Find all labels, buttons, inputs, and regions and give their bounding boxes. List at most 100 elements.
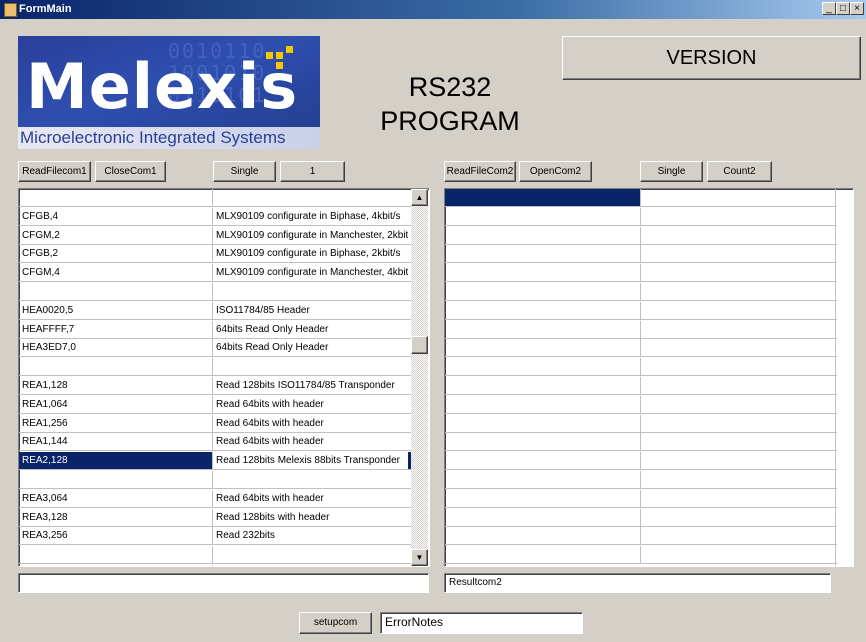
table-row[interactable] (445, 189, 837, 207)
table-row[interactable] (445, 452, 837, 471)
table-row[interactable] (445, 395, 837, 414)
command-code-cell[interactable]: REA1,144 (19, 433, 213, 451)
command-description-cell[interactable] (213, 189, 408, 206)
command-code-cell[interactable]: CFGB,2 (19, 245, 213, 263)
single-com1-button[interactable]: Single (213, 161, 276, 182)
scroll-up-icon[interactable]: ▲ (411, 189, 428, 206)
result-cell[interactable] (445, 320, 641, 338)
table-row[interactable]: REA3,064 Read 64bits with header (19, 489, 411, 508)
result-com1-field[interactable] (18, 573, 429, 593)
command-code-cell[interactable] (19, 358, 213, 376)
table-row[interactable]: REA1,144 Read 64bits with header (19, 433, 411, 452)
command-description-cell[interactable]: 64bits Read Only Header (213, 321, 408, 338)
table-row[interactable] (445, 471, 837, 489)
result-cell[interactable] (445, 358, 641, 376)
result-grid[interactable] (444, 188, 854, 567)
table-row[interactable] (19, 189, 411, 207)
result-cell[interactable] (445, 207, 641, 225)
command-code-cell[interactable]: REA1,128 (19, 377, 213, 394)
command-code-cell[interactable]: REA1,064 (19, 395, 213, 413)
close-com1-button[interactable]: CloseCom1 (95, 161, 166, 182)
table-row[interactable] (445, 283, 837, 301)
read-file-com2-button[interactable]: ReadFileCom2 (444, 161, 516, 182)
table-row[interactable]: HEA3ED7,0 64bits Read Only Header (19, 339, 411, 358)
table-row[interactable]: REA3,256 Read 232bits (19, 527, 411, 546)
table-row[interactable]: REA1,064 Read 64bits with header (19, 395, 411, 414)
result-cell[interactable] (445, 301, 641, 319)
result-cell[interactable] (445, 508, 641, 526)
table-row[interactable]: CFGB,2 MLX90109 configurate in Biphase, 2… (19, 245, 411, 264)
result-cell[interactable] (445, 377, 641, 394)
table-row[interactable] (19, 546, 411, 565)
command-description-cell[interactable]: 64bits Read Only Header (213, 339, 408, 356)
table-row[interactable] (19, 358, 411, 377)
table-row[interactable] (445, 358, 837, 377)
command-description-cell[interactable] (213, 283, 408, 300)
scroll-thumb[interactable] (411, 336, 428, 354)
table-row[interactable] (445, 527, 837, 546)
result-cell[interactable] (445, 189, 641, 206)
command-code-cell[interactable] (19, 189, 213, 206)
table-row[interactable] (445, 433, 837, 452)
table-row[interactable] (19, 283, 411, 301)
command-code-cell[interactable]: CFGM,2 (19, 226, 213, 244)
command-description-cell[interactable] (213, 546, 408, 563)
command-description-cell[interactable]: Read 128bits Melexis 88bits Transponder (213, 452, 408, 470)
command-code-cell[interactable] (19, 546, 213, 564)
command-code-cell[interactable] (19, 565, 213, 566)
result-cell[interactable] (445, 471, 641, 488)
command-code-cell[interactable]: REA3,256 (19, 527, 213, 545)
result-cell[interactable] (445, 339, 641, 357)
single-com2-button[interactable]: Single (640, 161, 703, 182)
count-com1-button[interactable]: 1 (280, 161, 345, 182)
table-row[interactable] (445, 245, 837, 264)
error-notes-field[interactable]: ErrorNotes (380, 612, 583, 634)
command-description-cell[interactable]: ISO11784/85 Header (213, 302, 408, 319)
table-row[interactable]: REA1,128 Read 128bits ISO11784/85 Transpo… (19, 377, 411, 395)
command-grid-scrollbar[interactable]: ▲ ▼ (411, 189, 428, 566)
table-row[interactable]: REA3,128 Read 128bits with header (19, 508, 411, 527)
setup-com-button[interactable]: setupcom (299, 612, 372, 634)
command-description-cell[interactable]: Read 128bits ISO11784/85 Transponder (213, 377, 408, 394)
command-description-cell[interactable] (213, 358, 408, 375)
command-description-cell[interactable]: Read 64bits with header (213, 433, 408, 450)
result-cell[interactable] (445, 452, 641, 470)
command-code-cell[interactable]: CFGM,4 (19, 264, 213, 282)
result-cell[interactable] (445, 414, 641, 432)
table-row[interactable] (445, 377, 837, 395)
command-description-cell[interactable]: Read 64bits with header (213, 415, 408, 432)
command-code-cell[interactable] (19, 471, 213, 488)
command-description-cell[interactable] (213, 471, 408, 488)
table-row[interactable] (19, 565, 411, 566)
table-row[interactable]: HEAFFFF,7 64bits Read Only Header (19, 320, 411, 339)
table-row[interactable] (445, 339, 837, 358)
version-button[interactable]: VERSION (562, 36, 861, 80)
result-cell[interactable] (445, 433, 641, 451)
command-code-cell[interactable]: REA3,064 (19, 489, 213, 507)
maximize-button[interactable]: □ (836, 2, 850, 15)
command-code-cell[interactable]: REA1,256 (19, 414, 213, 432)
result-cell[interactable] (445, 226, 641, 244)
read-file-com1-button[interactable]: ReadFilecom1 (18, 161, 91, 182)
count-com2-button[interactable]: Count2 (707, 161, 772, 182)
command-grid[interactable]: CFGB,4 MLX90109 configurate in Biphase, 4… (18, 188, 430, 567)
command-code-cell[interactable]: HEAFFFF,7 (19, 320, 213, 338)
minimize-button[interactable]: _ (822, 2, 836, 15)
table-row[interactable]: REA2,128 Read 128bits Melexis 88bits Tran… (19, 452, 411, 471)
table-row[interactable] (19, 471, 411, 489)
command-description-cell[interactable] (213, 565, 408, 566)
command-code-cell[interactable] (19, 283, 213, 300)
command-description-cell[interactable]: Read 64bits with header (213, 490, 408, 507)
table-row[interactable] (445, 301, 837, 320)
scroll-down-icon[interactable]: ▼ (411, 549, 428, 566)
command-description-cell[interactable]: Read 232bits (213, 527, 408, 544)
table-row[interactable] (445, 414, 837, 433)
open-com2-button[interactable]: OpenCom2 (519, 161, 592, 182)
result-com2-field[interactable]: Resultcom2 (444, 573, 831, 593)
command-code-cell[interactable]: CFGB,4 (19, 207, 213, 225)
result-cell[interactable] (445, 395, 641, 413)
command-code-cell[interactable]: HEA3ED7,0 (19, 339, 213, 357)
result-cell[interactable] (445, 245, 641, 263)
result-cell[interactable] (445, 264, 641, 282)
table-row[interactable] (445, 320, 837, 339)
